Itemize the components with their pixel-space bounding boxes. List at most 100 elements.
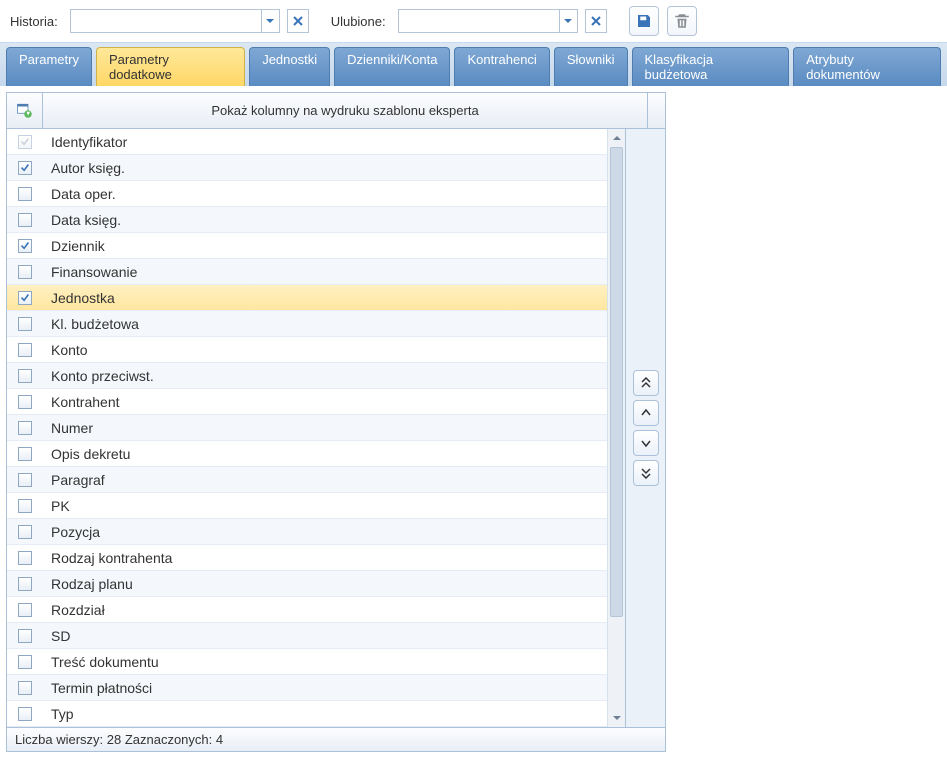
checkbox[interactable] [18,421,32,435]
table-row[interactable]: Konto przeciwst. [7,363,607,389]
checkbox-cell[interactable] [7,473,43,487]
checkbox-cell[interactable] [7,343,43,357]
move-top-button[interactable] [633,370,659,396]
checkbox[interactable] [18,577,32,591]
checkbox[interactable] [18,291,32,305]
checkbox-cell[interactable] [7,499,43,513]
checkbox[interactable] [18,551,32,565]
favorites-clear-button[interactable] [585,9,607,33]
move-top-icon [640,377,652,389]
checkbox-cell[interactable] [7,577,43,591]
checkbox-cell[interactable] [7,317,43,331]
tab-4[interactable]: Kontrahenci [454,47,549,86]
checkbox[interactable] [18,317,32,331]
checkbox-cell[interactable] [7,447,43,461]
checkbox[interactable] [18,499,32,513]
checkbox-cell[interactable] [7,655,43,669]
checkbox-cell[interactable] [7,369,43,383]
move-up-button[interactable] [633,400,659,426]
save-button[interactable] [629,6,659,36]
move-down-button[interactable] [633,430,659,456]
checkbox-cell[interactable] [7,395,43,409]
delete-button[interactable] [667,6,697,36]
scroll-down-icon[interactable] [608,709,625,727]
chevron-down-icon[interactable] [559,10,577,32]
table-row[interactable]: Dziennik [7,233,607,259]
checkbox-cell[interactable] [7,239,43,253]
checkbox-cell[interactable] [7,291,43,305]
checkbox-cell[interactable] [7,681,43,695]
checkbox[interactable] [18,343,32,357]
close-icon [293,16,303,26]
table-row[interactable]: Opis dekretu [7,441,607,467]
favorites-input[interactable] [399,10,559,32]
checkbox-cell[interactable] [7,707,43,721]
checkbox[interactable] [18,681,32,695]
table-row[interactable]: Jednostka [7,285,607,311]
scroll-up-icon[interactable] [608,129,625,147]
tab-1[interactable]: Parametry dodatkowe [96,47,245,86]
table-row[interactable]: Treść dokumentu [7,649,607,675]
tab-6[interactable]: Klasyfikacja budżetowa [632,47,790,86]
table-row[interactable]: Finansowanie [7,259,607,285]
history-clear-button[interactable] [287,9,309,33]
tab-0[interactable]: Parametry [6,47,92,86]
checkbox[interactable] [18,265,32,279]
scroll-thumb[interactable] [610,147,623,617]
checkbox[interactable] [18,655,32,669]
tab-3[interactable]: Dzienniki/Konta [334,47,450,86]
chevron-down-icon[interactable] [261,10,279,32]
table-row[interactable]: Paragraf [7,467,607,493]
columns-config-button[interactable] [7,93,43,128]
table-row[interactable]: SD [7,623,607,649]
row-label: Kl. budżetowa [43,316,607,332]
checkbox[interactable] [18,447,32,461]
table-row[interactable]: Data księg. [7,207,607,233]
checkbox[interactable] [18,213,32,227]
history-input[interactable] [71,10,261,32]
history-combo[interactable] [70,9,280,33]
table-row[interactable]: PK [7,493,607,519]
checkbox[interactable] [18,707,32,721]
checkbox[interactable] [18,603,32,617]
checkbox-cell[interactable] [7,525,43,539]
checkbox-cell[interactable] [7,551,43,565]
checkbox[interactable] [18,187,32,201]
tab-2[interactable]: Jednostki [249,47,330,86]
vertical-scrollbar[interactable] [607,129,625,727]
checkbox-cell[interactable] [7,603,43,617]
table-row[interactable]: Rodzaj planu [7,571,607,597]
checkbox[interactable] [18,369,32,383]
checkbox[interactable] [18,525,32,539]
table-row[interactable]: Konto [7,337,607,363]
table-row[interactable]: Pozycja [7,519,607,545]
table-row[interactable]: Kl. budżetowa [7,311,607,337]
columns-panel: Pokaż kolumny na wydruku szablonu eksper… [6,92,666,752]
table-row[interactable]: Data oper. [7,181,607,207]
favorites-combo[interactable] [398,9,578,33]
checkbox[interactable] [18,161,32,175]
checkbox[interactable] [18,395,32,409]
tab-7[interactable]: Atrybuty dokumentów [793,47,941,86]
checkbox-cell[interactable] [7,265,43,279]
checkbox-cell[interactable] [7,213,43,227]
table-row[interactable]: Identyfikator [7,129,607,155]
table-row[interactable]: Kontrahent [7,389,607,415]
row-label: Konto [43,342,607,358]
table-row[interactable]: Rozdział [7,597,607,623]
move-bottom-button[interactable] [633,460,659,486]
table-row[interactable]: Autor księg. [7,155,607,181]
table-row[interactable]: Typ [7,701,607,727]
table-row[interactable]: Numer [7,415,607,441]
checkbox[interactable] [18,473,32,487]
checkbox-cell[interactable] [7,421,43,435]
checkbox-cell[interactable] [7,161,43,175]
checkbox[interactable] [18,629,32,643]
table-row[interactable]: Termin płatności [7,675,607,701]
checkbox-cell[interactable] [7,187,43,201]
checkbox[interactable] [18,239,32,253]
checkbox-cell[interactable] [7,629,43,643]
grid-header: Pokaż kolumny na wydruku szablonu eksper… [7,93,665,129]
tab-5[interactable]: Słowniki [554,47,628,86]
table-row[interactable]: Rodzaj kontrahenta [7,545,607,571]
